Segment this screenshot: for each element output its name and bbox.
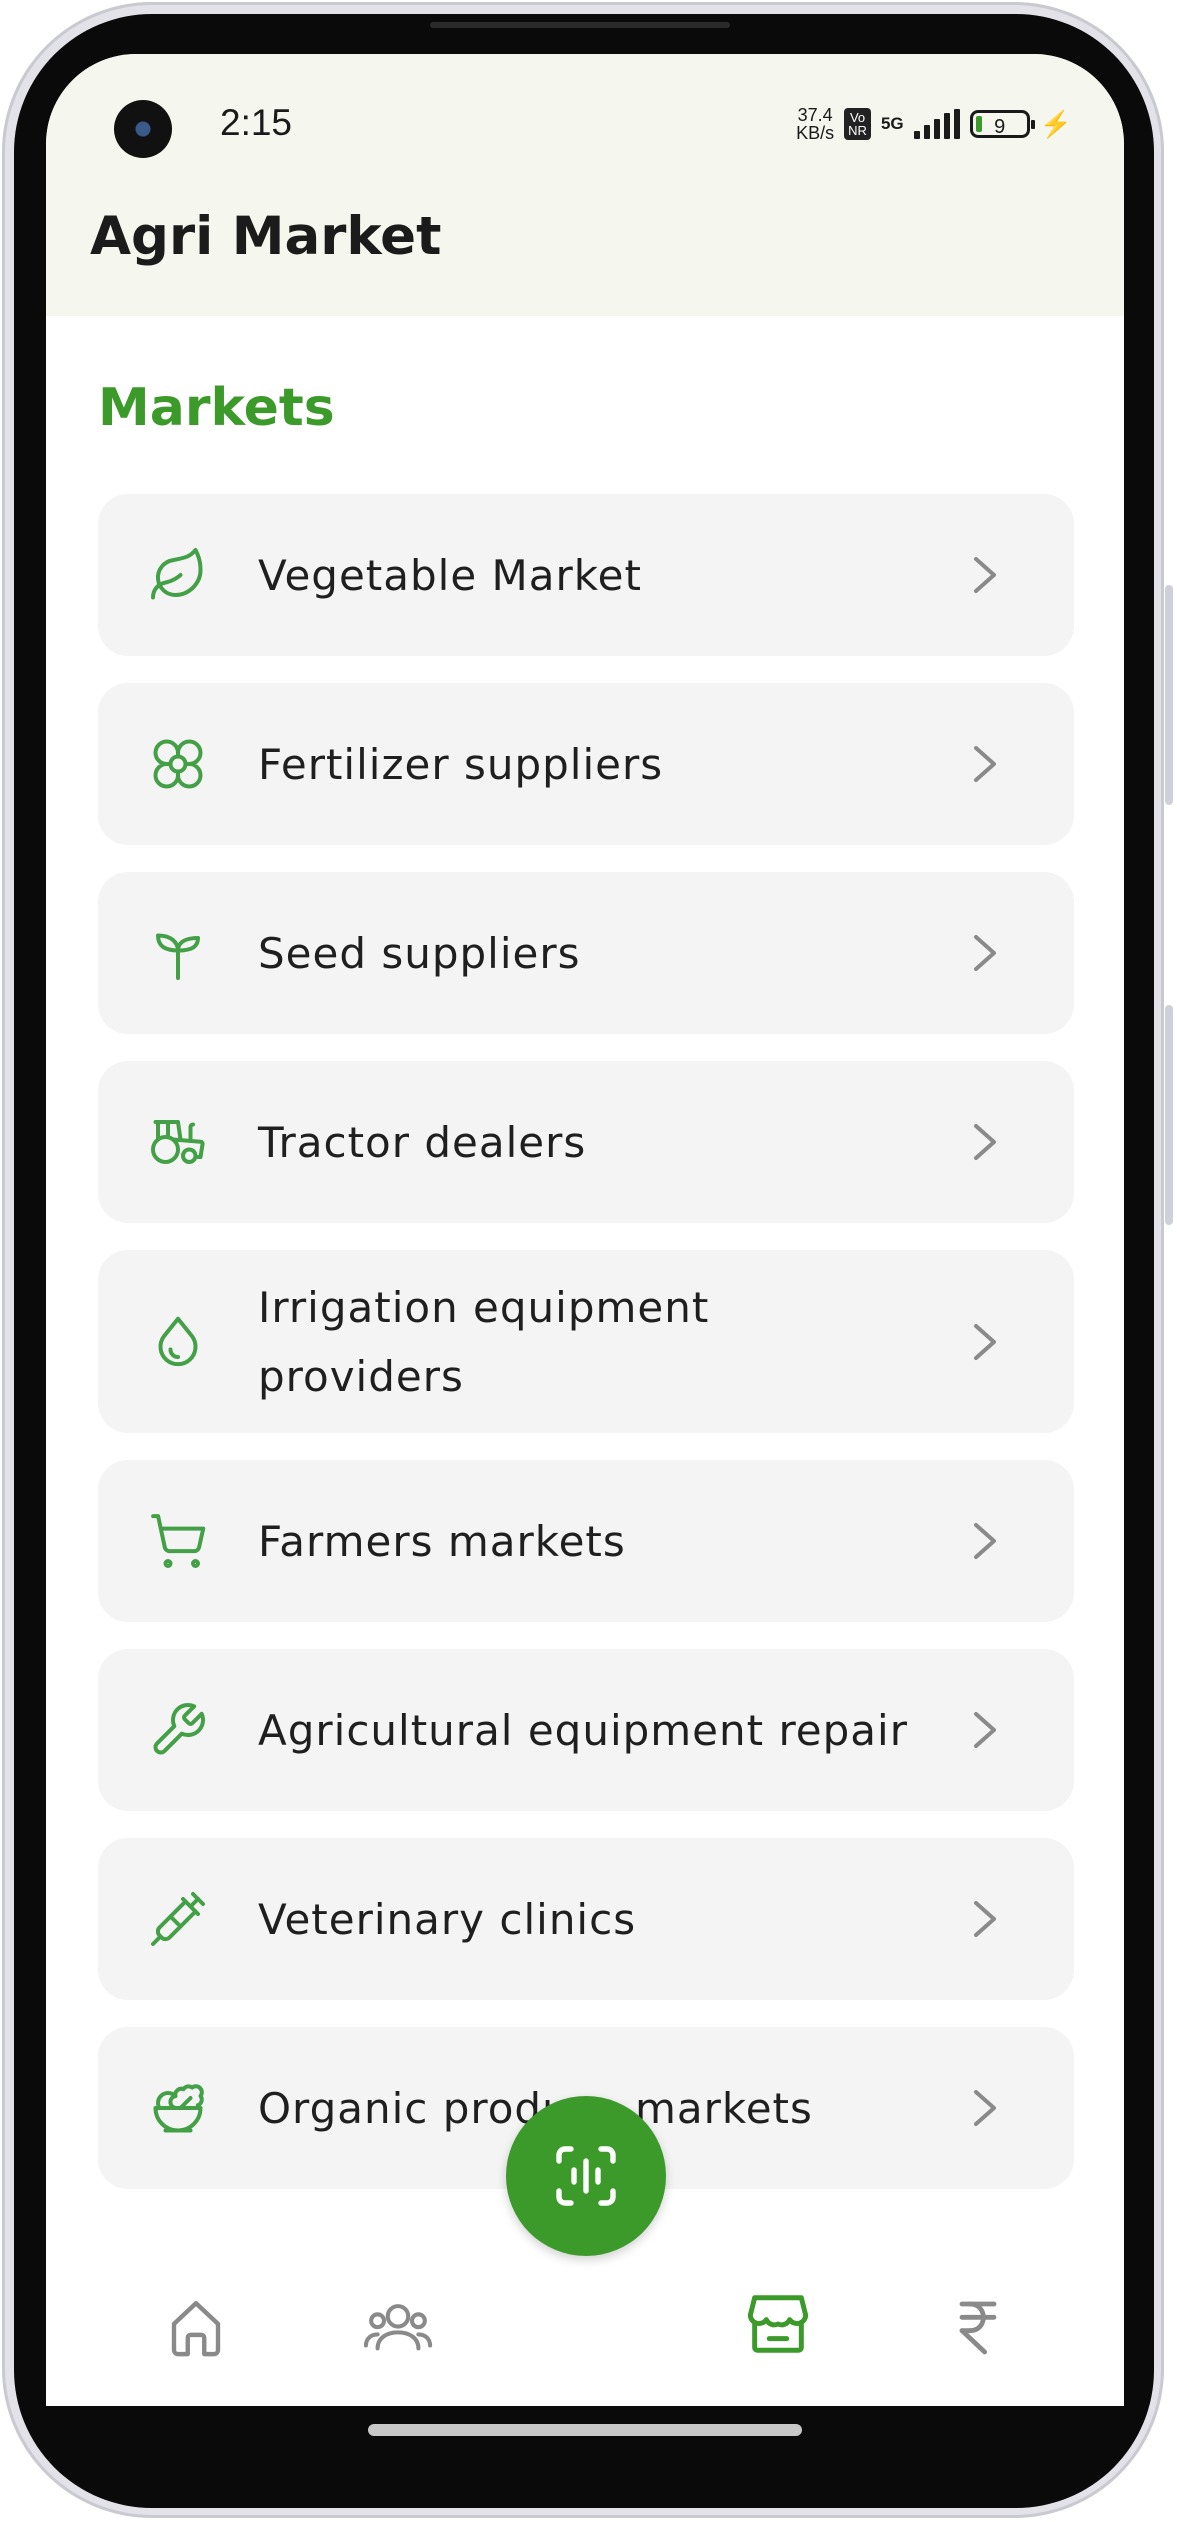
market-item-irrigation-equipment-providers[interactable]: Irrigation equipment providers	[98, 1250, 1074, 1433]
market-item-label: Agricultural equipment repair	[258, 1705, 908, 1755]
store-icon	[747, 2295, 809, 2353]
home-indicator[interactable]	[368, 2424, 802, 2436]
status-icons: 37.4 KB/s Vo NR 5G 9 ⚡	[796, 102, 1072, 146]
chevron-right-icon	[968, 1322, 1002, 1362]
network-speed-value: 37.4	[797, 105, 833, 125]
status-time: 2:15	[220, 102, 293, 143]
app-title: Agri Market	[90, 206, 442, 267]
earpiece-slot	[430, 22, 730, 28]
home-icon	[171, 2301, 221, 2357]
market-item-veterinary-clinics[interactable]: Veterinary clinics	[98, 1838, 1074, 2000]
volte-badge: Vo NR	[844, 108, 871, 140]
chevron-right-icon	[968, 1122, 1002, 1162]
nav-finance[interactable]	[938, 2288, 1018, 2368]
market-item-label: Irrigation equipment providers	[258, 1282, 710, 1401]
shopping-cart-icon	[148, 1511, 208, 1571]
network-speed: 37.4 KB/s	[796, 106, 834, 142]
leaf-icon	[148, 545, 208, 605]
network-type: 5G	[880, 114, 904, 133]
app-header: 2:15 37.4 KB/s Vo NR 5G 9 ⚡ Agri Market	[46, 54, 1124, 316]
flower-icon	[148, 734, 208, 794]
nav-home[interactable]	[156, 2288, 236, 2368]
chevron-right-icon	[968, 933, 1002, 973]
market-item-vegetable-market[interactable]: Vegetable Market	[98, 494, 1074, 656]
volte-label-bottom: NR	[848, 123, 867, 138]
power-button	[1165, 1005, 1173, 1225]
front-camera	[114, 100, 172, 158]
battery-icon: 9	[969, 110, 1035, 138]
syringe-icon	[148, 1889, 208, 1949]
section-title: Markets	[98, 378, 335, 438]
battery-level: 9	[994, 116, 1006, 138]
nav-market[interactable]	[738, 2284, 818, 2364]
market-item-label: Tractor dealers	[258, 1117, 587, 1167]
market-item-label: Veterinary clinics	[258, 1894, 637, 1944]
market-item-label: Vegetable Market	[258, 550, 642, 600]
chevron-right-icon	[968, 2088, 1002, 2128]
market-item-label: Farmers markets	[258, 1516, 626, 1566]
market-item-label: Fertilizer suppliers	[258, 739, 664, 789]
market-list: Vegetable Market Fertilizer suppliers Se…	[98, 494, 1074, 2228]
signal-icon	[913, 109, 960, 139]
market-item-tractor-dealers[interactable]: Tractor dealers	[98, 1061, 1074, 1223]
sprout-icon	[148, 923, 208, 983]
chevron-right-icon	[968, 1710, 1002, 1750]
chevron-right-icon	[968, 1521, 1002, 1561]
app-screen: 2:15 37.4 KB/s Vo NR 5G 9 ⚡ Agri Market …	[46, 54, 1124, 2406]
volume-button	[1165, 585, 1173, 805]
network-speed-unit: KB/s	[796, 123, 835, 143]
users-icon	[363, 2304, 433, 2351]
market-item-label: Seed suppliers	[258, 928, 581, 978]
market-item-farmers-markets[interactable]: Farmers markets	[98, 1460, 1074, 1622]
salad-bowl-icon	[148, 2078, 208, 2138]
bottom-navigation	[46, 2234, 1124, 2406]
tractor-icon	[148, 1112, 208, 1172]
market-item-seed-suppliers[interactable]: Seed suppliers	[98, 872, 1074, 1034]
rupee-icon	[959, 2301, 997, 2355]
chevron-right-icon	[968, 1899, 1002, 1939]
chevron-right-icon	[968, 555, 1002, 595]
wrench-icon	[148, 1700, 208, 1760]
voice-assistant-button[interactable]	[506, 2096, 666, 2256]
system-gesture-bar	[46, 2406, 1124, 2506]
nav-community[interactable]	[358, 2288, 438, 2368]
charging-icon: ⚡	[1039, 108, 1072, 139]
market-item-agricultural-equipment-repair[interactable]: Agricultural equipment repair	[98, 1649, 1074, 1811]
droplet-icon	[148, 1312, 208, 1372]
market-item-fertilizer-suppliers[interactable]: Fertilizer suppliers	[98, 683, 1074, 845]
voice-scan-icon	[556, 2146, 616, 2206]
chevron-right-icon	[968, 744, 1002, 784]
